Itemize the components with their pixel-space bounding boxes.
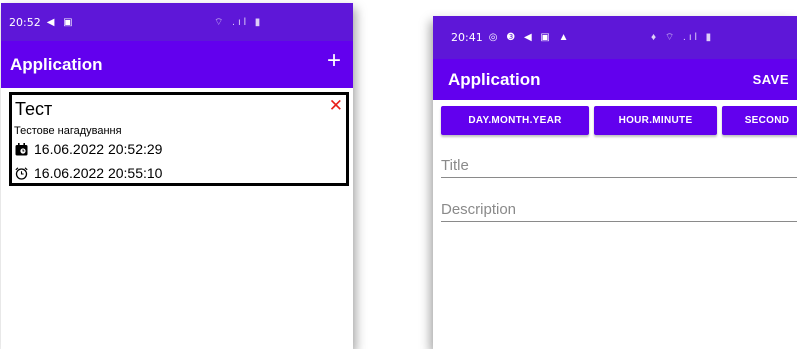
second-picker-button[interactable]: SECOND	[722, 106, 797, 135]
created-row: 16.06.2022 20:52:29	[15, 141, 162, 157]
reminder-row: 16.06.2022 20:55:10	[15, 165, 162, 181]
title-field[interactable]: Title	[441, 157, 797, 178]
list-screen: 20:52 ◀ ▣ ⌔ .ıl ▮ Application + Тест ✕ Т…	[1, 3, 353, 349]
notification-icons: ◀ ▣	[46, 16, 76, 28]
editor-screen: 20:41 ◎ ❸ ◀ ▣ ▲ ♦ ⌔ .ıl ▮ Application SA…	[433, 16, 797, 349]
calendar-icon	[15, 142, 28, 156]
status-time: 20:41	[451, 31, 483, 44]
add-icon[interactable]: +	[327, 49, 341, 73]
date-picker-button[interactable]: DAY.MONTH.YEAR	[441, 106, 589, 135]
created-datetime: 16.06.2022 20:52:29	[34, 141, 163, 157]
description-field[interactable]: Description	[441, 201, 797, 222]
app-bar: Application SAVE	[433, 59, 797, 100]
signal-battery-icons: ♦ ⌔ .ıl ▮	[651, 32, 715, 43]
signal-battery-icons: ⌔ .ıl ▮	[214, 16, 264, 28]
notification-icons: ◎ ❸ ◀ ▣ ▲	[488, 32, 572, 43]
app-title: Application	[10, 54, 103, 74]
status-bar: 20:52 ◀ ▣ ⌔ .ıl ▮	[1, 3, 353, 41]
reminder-description: Тестове нагадування	[14, 125, 122, 137]
reminder-title: Тест	[15, 99, 53, 119]
reminder-datetime: 16.06.2022 20:55:10	[34, 165, 163, 181]
time-picker-button[interactable]: HOUR.MINUTE	[594, 106, 717, 135]
alarm-clock-icon	[15, 166, 28, 180]
status-bar: 20:41 ◎ ❸ ◀ ▣ ▲ ♦ ⌔ .ıl ▮	[433, 16, 797, 59]
date-time-buttons: DAY.MONTH.YEAR HOUR.MINUTE SECOND	[441, 106, 797, 135]
close-icon[interactable]: ✕	[329, 97, 343, 114]
status-time: 20:52	[9, 15, 41, 29]
app-bar: Application +	[1, 41, 353, 88]
reminder-card[interactable]: Тест ✕ Тестове нагадування 16.06.2022 20…	[9, 92, 349, 186]
app-title: Application	[448, 69, 541, 89]
save-button[interactable]: SAVE	[753, 72, 789, 87]
